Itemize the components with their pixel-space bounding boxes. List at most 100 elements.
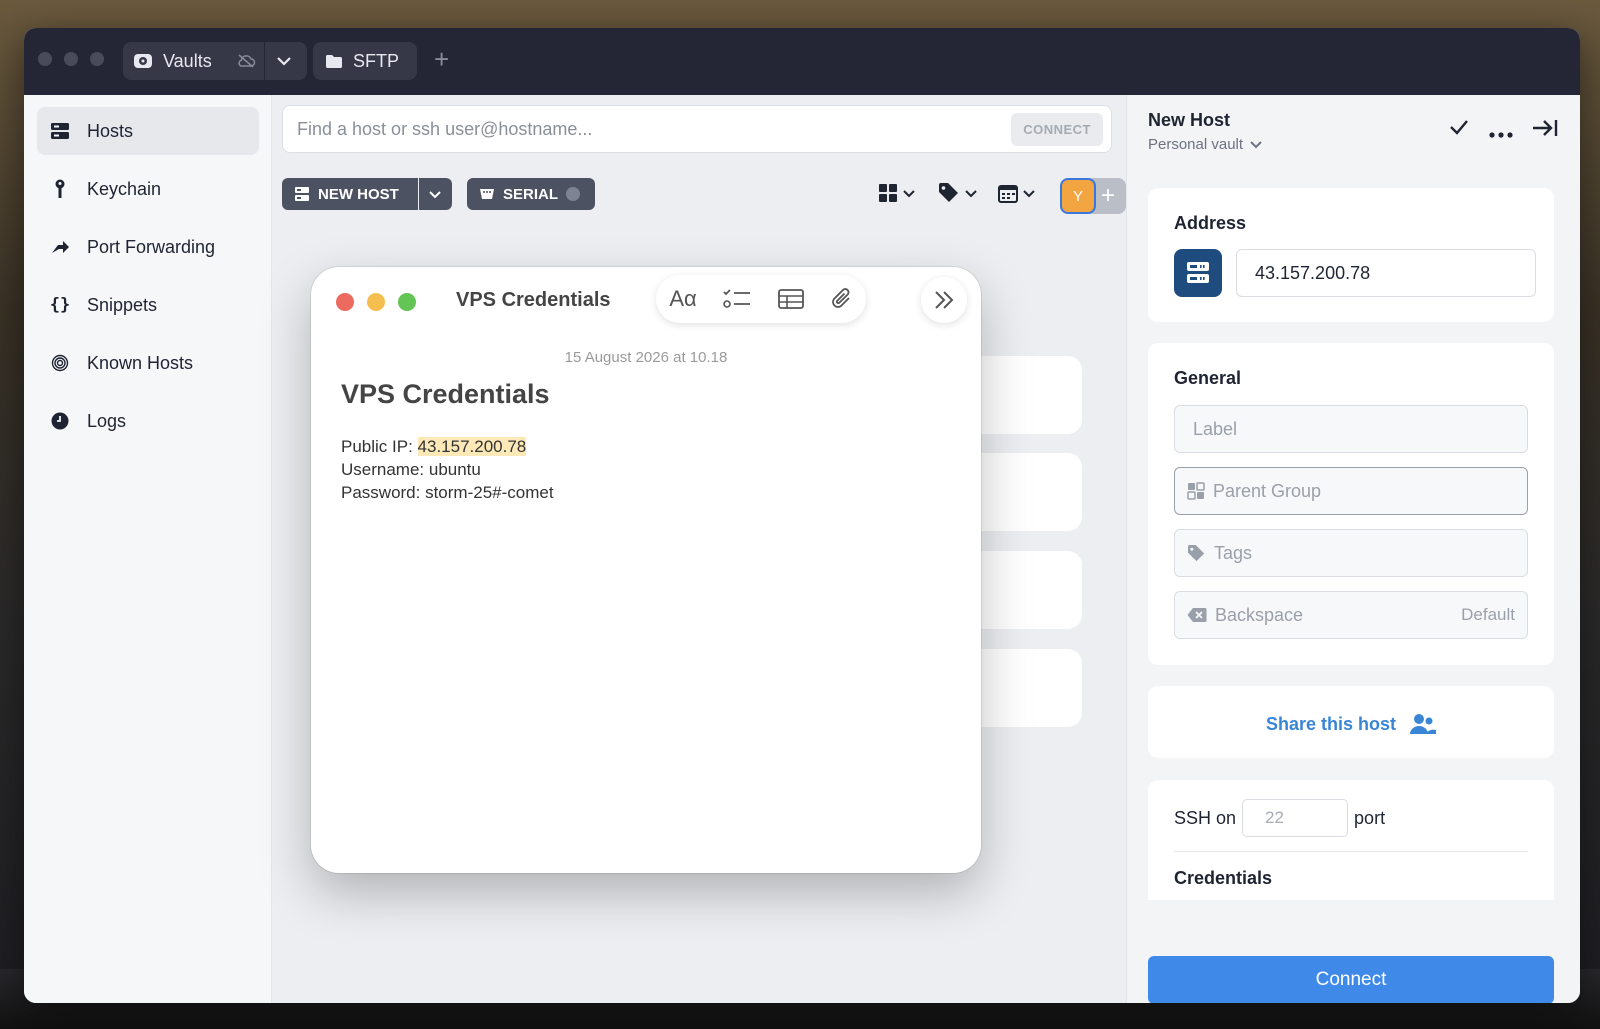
sidebar-item-label: Snippets bbox=[87, 294, 158, 315]
close-window-button[interactable] bbox=[38, 52, 52, 66]
chevron-down-icon bbox=[902, 189, 916, 198]
serial-label: SERIAL bbox=[503, 185, 559, 203]
backspace-field[interactable]: Backspace Default bbox=[1174, 591, 1528, 639]
new-tab-plus-icon[interactable]: + bbox=[434, 46, 449, 72]
ssh-port-input[interactable] bbox=[1242, 799, 1349, 837]
chevron-down-icon[interactable] bbox=[276, 56, 292, 66]
grid-icon bbox=[878, 183, 898, 203]
server-icon bbox=[1174, 249, 1222, 297]
parent-group-input[interactable] bbox=[1213, 480, 1527, 502]
panel-header: New Host Personal vault bbox=[1127, 95, 1580, 175]
serial-port-icon bbox=[479, 188, 495, 200]
divider bbox=[1174, 851, 1528, 852]
ssh-suffix-label: port bbox=[1354, 807, 1386, 828]
panel-title: New Host bbox=[1148, 110, 1231, 130]
title-bar: Vaults SFTP + bbox=[24, 28, 1580, 95]
tab-vaults[interactable]: Vaults bbox=[123, 42, 307, 80]
sidebar: Hosts Keychain Port Forwarding {} Snippe… bbox=[24, 95, 272, 1003]
note-line-username: Username: ubuntu bbox=[341, 460, 481, 479]
ssh-prefix-label: SSH on bbox=[1174, 807, 1237, 828]
expand-toolbar-icon[interactable] bbox=[921, 277, 967, 323]
address-heading: Address bbox=[1174, 213, 1247, 233]
note-line-password: Password: storm-25#-comet bbox=[341, 483, 554, 502]
upgrade-badge-icon bbox=[566, 187, 581, 201]
tab-label: SFTP bbox=[353, 50, 400, 71]
backspace-icon bbox=[1187, 607, 1207, 623]
sort-toggle[interactable] bbox=[998, 183, 1036, 203]
new-host-label: NEW HOST bbox=[318, 185, 399, 203]
share-section: Share this host bbox=[1148, 686, 1554, 758]
users-icon bbox=[1410, 713, 1437, 735]
tag-icon bbox=[938, 183, 960, 203]
serial-button[interactable]: SERIAL bbox=[467, 178, 595, 210]
key-icon bbox=[49, 179, 71, 199]
connect-button[interactable]: Connect bbox=[1148, 956, 1554, 1003]
folder-icon bbox=[325, 54, 343, 69]
view-grid-toggle[interactable] bbox=[878, 183, 916, 203]
tag-filter-toggle[interactable] bbox=[938, 183, 978, 203]
vault-name: Personal vault bbox=[1148, 136, 1244, 153]
clock-icon bbox=[49, 412, 71, 430]
share-label: Share this host bbox=[1265, 713, 1397, 734]
address-field[interactable] bbox=[1236, 249, 1536, 297]
minimize-window-button[interactable] bbox=[64, 52, 78, 66]
hosts-icon bbox=[49, 122, 71, 140]
label-input[interactable] bbox=[1193, 418, 1527, 440]
close-panel-icon[interactable] bbox=[1531, 119, 1559, 142]
sidebar-item-keychain[interactable]: Keychain bbox=[37, 165, 259, 213]
tags-input[interactable] bbox=[1214, 542, 1527, 564]
tab-sftp[interactable]: SFTP bbox=[313, 42, 417, 80]
ip-highlight: 43.157.200.78 bbox=[417, 437, 527, 456]
sidebar-item-snippets[interactable]: {} Snippets bbox=[37, 281, 259, 329]
note-close-button[interactable] bbox=[336, 293, 354, 311]
note-window-title: VPS Credentials bbox=[456, 289, 611, 311]
label-field[interactable] bbox=[1174, 405, 1528, 453]
hosts-toolbar: NEW HOST SERIAL + Y bbox=[272, 167, 1126, 227]
chevron-down-icon bbox=[964, 189, 978, 198]
sidebar-item-hosts[interactable]: Hosts bbox=[37, 107, 259, 155]
note-body[interactable]: Public IP: 43.157.200.78 Username: ubunt… bbox=[341, 435, 554, 504]
parent-group-field[interactable] bbox=[1174, 467, 1528, 515]
hosts-icon bbox=[294, 186, 310, 202]
chevron-down-icon[interactable] bbox=[428, 190, 442, 199]
table-icon[interactable] bbox=[778, 289, 804, 309]
address-input[interactable] bbox=[1255, 262, 1535, 284]
tags-field[interactable] bbox=[1174, 529, 1528, 577]
save-checkmark-icon[interactable] bbox=[1449, 119, 1469, 140]
zoom-window-button[interactable] bbox=[90, 52, 104, 66]
vault-selector[interactable]: Personal vault bbox=[1148, 136, 1263, 153]
sidebar-item-known-hosts[interactable]: Known Hosts bbox=[37, 339, 259, 387]
sidebar-item-logs[interactable]: Logs bbox=[37, 397, 259, 445]
attachment-icon[interactable] bbox=[831, 287, 853, 311]
sidebar-item-label: Logs bbox=[87, 410, 127, 431]
cloud-off-icon bbox=[236, 53, 256, 69]
tag-icon bbox=[1187, 544, 1206, 562]
text-format-icon[interactable]: Aα bbox=[669, 286, 696, 312]
chevron-down-icon bbox=[1022, 189, 1036, 198]
sidebar-item-label: Known Hosts bbox=[87, 352, 194, 373]
checklist-icon[interactable] bbox=[723, 288, 751, 310]
sidebar-item-label: Port Forwarding bbox=[87, 236, 216, 257]
new-host-button[interactable]: NEW HOST bbox=[282, 178, 452, 210]
note-heading: VPS Credentials bbox=[341, 379, 550, 409]
host-search-input[interactable] bbox=[297, 118, 1012, 140]
chevron-down-icon bbox=[1249, 140, 1263, 149]
address-section: Address bbox=[1148, 188, 1554, 322]
sidebar-item-label: Keychain bbox=[87, 178, 162, 199]
new-host-panel: New Host Personal vault Address 43.157.2… bbox=[1126, 95, 1580, 1003]
more-options-icon[interactable] bbox=[1489, 125, 1513, 143]
note-minimize-button[interactable] bbox=[367, 293, 385, 311]
notes-window: VPS Credentials Aα 15 August 2026 at 10.… bbox=[311, 267, 981, 873]
tab-label: Vaults bbox=[163, 50, 212, 71]
note-date: 15 August 2026 at 10.18 bbox=[564, 349, 728, 366]
backspace-label: Backspace bbox=[1215, 604, 1304, 625]
sidebar-item-port-forwarding[interactable]: Port Forwarding bbox=[37, 223, 259, 271]
calendar-icon bbox=[998, 183, 1018, 203]
note-zoom-button[interactable] bbox=[398, 293, 416, 311]
user-avatar[interactable]: Y bbox=[1060, 178, 1096, 214]
general-section: General Backspace Def bbox=[1148, 343, 1554, 665]
search-connect-button[interactable]: CONNECT bbox=[1011, 112, 1103, 146]
share-host-button[interactable]: Share this host bbox=[1148, 713, 1554, 735]
sidebar-item-label: Hosts bbox=[87, 120, 134, 141]
fingerprint-icon bbox=[49, 354, 71, 372]
